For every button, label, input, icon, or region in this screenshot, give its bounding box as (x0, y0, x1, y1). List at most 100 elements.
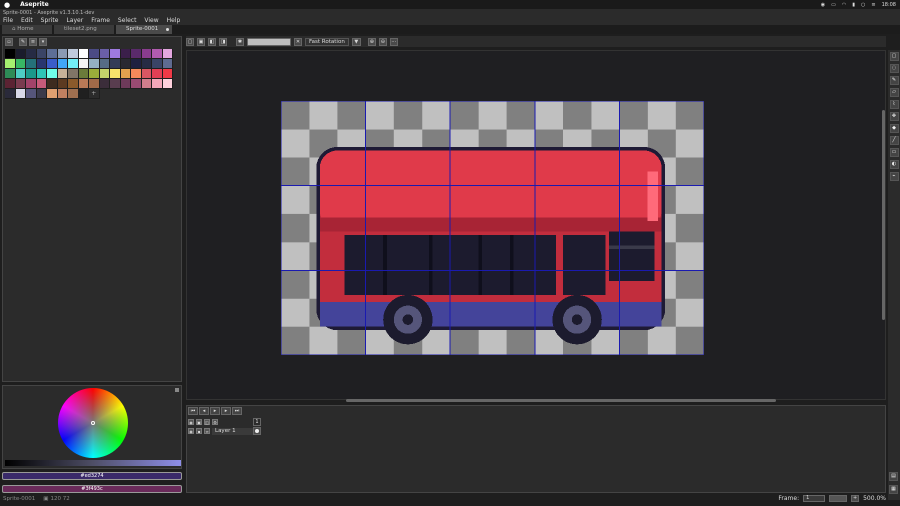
palette-swatch[interactable] (15, 89, 26, 99)
palette-swatch[interactable] (68, 89, 79, 99)
palette-swatch[interactable] (141, 69, 152, 79)
foreground-color-field[interactable]: #ed3274 (2, 472, 182, 480)
palette-swatch[interactable] (131, 49, 142, 59)
wifi-icon[interactable]: ◠ (842, 2, 846, 8)
palette-swatch[interactable] (89, 69, 100, 79)
palette-swatch[interactable] (26, 69, 37, 79)
selection-add-icon[interactable]: ▣ (197, 37, 205, 46)
value-slider[interactable] (5, 460, 181, 466)
palette-swatch[interactable] (78, 79, 89, 89)
palette-swatch[interactable] (152, 59, 163, 69)
palette-swatch[interactable] (78, 69, 89, 79)
pivot-target-icon[interactable]: ⊕ (367, 37, 376, 46)
rotation-algorithm-field[interactable]: Fast Rotation (305, 37, 349, 46)
palette-swatch[interactable] (15, 69, 26, 79)
menu-layer[interactable]: Layer (66, 17, 83, 25)
palette-swatch[interactable] (78, 89, 89, 99)
record-icon[interactable]: ◉ (821, 2, 825, 8)
palette-swatch[interactable] (162, 59, 173, 69)
eraser-tool-icon[interactable]: ▱ (889, 88, 899, 97)
palette-swatch[interactable] (36, 69, 47, 79)
apple-icon[interactable]: ● (4, 1, 10, 9)
palette-swatch[interactable] (47, 79, 58, 89)
palette-swatch[interactable] (110, 69, 121, 79)
fill-tool-icon[interactable]: ◆ (889, 124, 899, 133)
palette-swatch[interactable] (141, 59, 152, 69)
flip-icon[interactable]: ⊖ (378, 37, 387, 46)
palette-swatch[interactable] (120, 69, 131, 79)
palette-swatch[interactable] (5, 79, 16, 89)
palette-swatch[interactable] (5, 89, 16, 99)
palette-swatch[interactable] (47, 89, 58, 99)
lock-icon[interactable]: ▪ (196, 428, 202, 434)
battery-icon[interactable]: ▮ (852, 2, 855, 8)
line-tool-icon[interactable]: ╱ (889, 136, 899, 145)
zoom-level[interactable]: 500.0% (863, 495, 886, 502)
palette-sort-icon[interactable]: ≡ (29, 38, 37, 46)
menu-help[interactable]: Help (167, 17, 181, 25)
palette-swatch[interactable] (57, 89, 68, 99)
continuous-icon[interactable]: ∞ (204, 428, 210, 434)
palette-swatch[interactable] (110, 79, 121, 89)
palette-swatch[interactable] (141, 49, 152, 59)
previous-frame-icon[interactable]: ◂ (199, 407, 209, 415)
menu-view[interactable]: View (144, 17, 158, 25)
palette-swatch[interactable] (99, 59, 110, 69)
display-icon[interactable]: ▭ (831, 2, 836, 8)
more-options-icon[interactable]: ⋯ (389, 37, 398, 46)
palette-swatch[interactable] (120, 59, 131, 69)
palette-lock-icon[interactable]: ▫ (5, 38, 13, 46)
frame-field[interactable]: 1 (803, 495, 826, 502)
frame-header[interactable]: 1 (253, 418, 261, 426)
palette-swatch[interactable] (68, 69, 79, 79)
palette-swatch[interactable] (15, 79, 26, 89)
palette-swatch[interactable] (78, 49, 89, 59)
palette-swatch[interactable] (99, 79, 110, 89)
palette-swatch[interactable] (89, 79, 100, 89)
palette-swatch[interactable] (89, 49, 100, 59)
palette-swatch[interactable] (162, 49, 173, 59)
palette-swatch[interactable] (110, 59, 121, 69)
pivot-icon[interactable]: ✕ (294, 37, 302, 46)
layer-options-icon[interactable]: ⚙ (212, 419, 218, 425)
menu-edit[interactable]: Edit (21, 17, 33, 25)
layer-row[interactable]: ◉ ▪ ∞ Layer 1 (187, 427, 258, 435)
palette-swatch[interactable] (36, 59, 47, 69)
palette-swatch[interactable] (141, 79, 152, 89)
tab-sprite-0001[interactable]: Sprite-0001 (116, 25, 172, 34)
palette-swatch[interactable] (15, 49, 26, 59)
palette-swatch[interactable] (152, 79, 163, 89)
eyedropper-tool-icon[interactable]: ⌇ (889, 100, 899, 109)
palette-swatch[interactable] (47, 49, 58, 59)
palette-swatch[interactable] (15, 59, 26, 69)
selection-subtract-icon[interactable]: ◧ (208, 37, 216, 46)
palette-swatch[interactable] (57, 79, 68, 89)
selection-replace-icon[interactable]: ▢ (186, 37, 194, 46)
palette-swatch[interactable] (99, 49, 110, 59)
text-tool-icon[interactable]: ⌁ (889, 172, 899, 181)
palette-swatch[interactable] (26, 49, 37, 59)
lock-header-icon[interactable]: ▣ (196, 419, 202, 425)
palette-swatch[interactable] (78, 59, 89, 69)
selection-intersect-icon[interactable]: ◨ (219, 37, 227, 46)
palette-swatch[interactable] (110, 49, 121, 59)
palette-swatch[interactable] (5, 59, 16, 69)
transparent-color-icon[interactable]: ✱ (236, 37, 244, 46)
palette-edit-icon[interactable]: ✎ (19, 38, 27, 46)
tab-home[interactable]: ⌂ Home (2, 25, 52, 34)
play-icon[interactable]: ▸ (210, 407, 220, 415)
menu-file[interactable]: File (3, 17, 13, 25)
sprite-editor[interactable] (186, 50, 886, 400)
palette-options-icon[interactable]: ▾ (39, 38, 47, 46)
palette-swatch[interactable] (152, 69, 163, 79)
palette-swatch[interactable] (26, 59, 37, 69)
palette-swatch[interactable] (36, 49, 47, 59)
tab-tileset2[interactable]: tileset2.png (54, 25, 114, 34)
palette-swatch[interactable] (57, 69, 68, 79)
menu-frame[interactable]: Frame (91, 17, 110, 25)
palette-swatch[interactable] (68, 49, 79, 59)
rotation-dropdown-button[interactable]: ▼ (351, 37, 361, 46)
palette-swatch[interactable] (68, 79, 79, 89)
palette-swatch[interactable] (131, 79, 142, 89)
palette-swatch[interactable] (5, 49, 16, 59)
